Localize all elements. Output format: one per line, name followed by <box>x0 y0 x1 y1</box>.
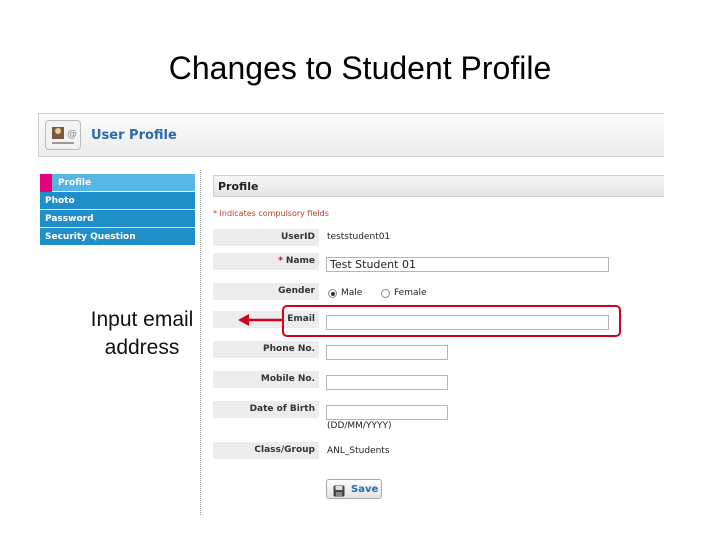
gender-male-radio[interactable] <box>328 289 337 298</box>
class-group-label: Class/Group <box>213 442 319 459</box>
userid-value: teststudent01 <box>327 232 391 242</box>
header-title: User Profile <box>91 128 177 143</box>
save-button-label: Save <box>351 484 379 495</box>
sidebar-item-password[interactable]: Password <box>40 210 195 228</box>
page-header: @ User Profile <box>38 113 664 157</box>
class-group-value: ANL_Students <box>327 446 390 456</box>
profile-panel-header: Profile <box>213 175 664 197</box>
dob-input[interactable] <box>326 405 448 420</box>
name-input[interactable]: Test Student 01 <box>326 257 609 272</box>
phone-label: Phone No. <box>213 341 319 358</box>
sidebar-nav: Profile Photo Password Security Question <box>40 174 195 246</box>
dob-label: Date of Birth <box>213 401 319 418</box>
user-card-icon: @ <box>45 120 81 150</box>
required-mark: * <box>278 256 283 266</box>
sidebar-item-photo[interactable]: Photo <box>40 192 195 210</box>
email-highlight-box <box>282 305 621 337</box>
save-button[interactable]: Save <box>326 479 382 499</box>
gender-male-label: Male <box>341 288 363 298</box>
panel-title: Profile <box>218 180 259 193</box>
sidebar-item-profile[interactable]: Profile <box>40 174 195 192</box>
required-note: * Indicates compulsory fields <box>213 209 329 218</box>
name-label: * Name <box>213 253 319 270</box>
floppy-disk-icon <box>333 484 345 502</box>
gender-female-label: Female <box>394 288 427 298</box>
mobile-label: Mobile No. <box>213 371 319 388</box>
dob-format-hint: (DD/MM/YYYY) <box>327 421 392 431</box>
sidebar-item-security-question[interactable]: Security Question <box>40 228 195 246</box>
phone-input[interactable] <box>326 345 448 360</box>
svg-text:@: @ <box>67 129 77 140</box>
userid-label: UserID <box>213 229 319 246</box>
callout-text: Input email address <box>90 308 194 359</box>
gender-female-radio[interactable] <box>381 289 390 298</box>
gender-label: Gender <box>213 283 319 300</box>
callout-arrow-icon <box>238 314 282 326</box>
mobile-input[interactable] <box>326 375 448 390</box>
slide-title: Changes to Student Profile <box>168 50 552 86</box>
